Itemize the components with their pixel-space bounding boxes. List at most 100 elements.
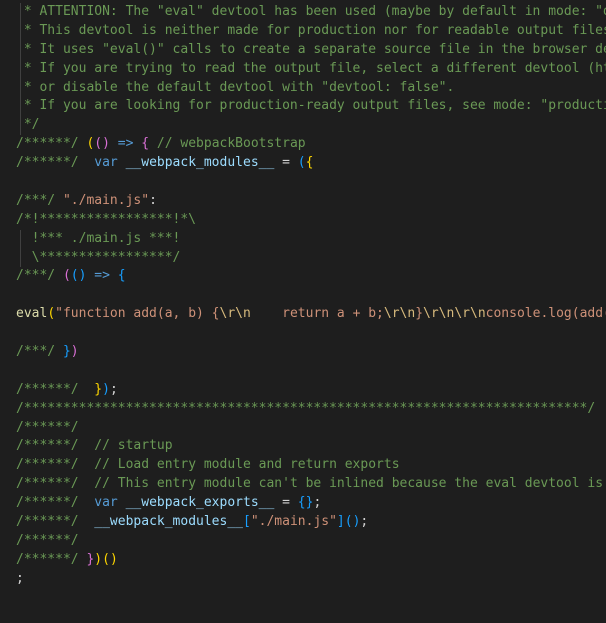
code-token: "./main.js": [62, 192, 150, 208]
code-line[interactable]: /******/ });: [0, 381, 606, 400]
code-line[interactable]: /******/ var __webpack_exports__ = {};: [0, 494, 606, 513]
code-line[interactable]: /******/ // This entry module can't be i…: [0, 475, 606, 494]
code-line[interactable]: */: [0, 116, 606, 136]
code-token: (: [47, 306, 56, 322]
code-token: }: [62, 344, 71, 360]
code-token: /******/: [16, 457, 87, 473]
code-token: /******/: [16, 419, 79, 435]
code-token: */: [16, 117, 40, 133]
code-line[interactable]: ;: [0, 570, 606, 589]
code-token: /******/: [16, 532, 79, 548]
code-token: /***/: [16, 268, 63, 284]
code-token: ]: [336, 514, 345, 530]
code-token: * ATTENTION: The "eval" devtool has been…: [23, 4, 606, 19]
code-line[interactable]: /***************************************…: [0, 400, 606, 419]
code-token: /******/: [16, 136, 87, 152]
code-line[interactable]: [0, 286, 606, 305]
code-token: * This devtool is neither made for produ…: [16, 22, 606, 38]
code-token: "./main.js": [250, 514, 337, 530]
code-token: // Load entry module and return exports: [94, 457, 400, 473]
code-token: * It uses "eval()" calls to create a sep…: [16, 41, 606, 57]
code-token: ): [94, 551, 103, 567]
code-line[interactable]: * If you are trying to read the output f…: [0, 59, 606, 79]
code-token: /***************************************…: [16, 400, 596, 416]
code-line[interactable]: /******/: [0, 419, 606, 438]
code-line[interactable]: !*** ./main.js ***!: [0, 229, 606, 249]
code-token: ): [102, 136, 110, 152]
code-line[interactable]: [0, 173, 606, 192]
code-line[interactable]: /***/ (() => {: [0, 267, 606, 286]
code-token: eval: [16, 306, 48, 322]
code-token: /***/: [16, 192, 63, 208]
code-token: /******/: [16, 514, 87, 530]
code-token: // This entry module can't be inlined be…: [94, 476, 606, 492]
code-editor[interactable]: * ATTENTION: The "eval" devtool has been…: [0, 0, 606, 623]
code-token: :: [149, 192, 157, 208]
code-token: /******/: [16, 438, 87, 454]
code-token: // webpackBootstrap: [156, 136, 306, 152]
code-token: (: [94, 136, 103, 152]
code-line[interactable]: /******/ (() => { // webpackBootstrap: [0, 135, 606, 154]
code-line[interactable]: /******/ // startup: [0, 437, 606, 456]
code-token: ): [102, 381, 110, 397]
code-line[interactable]: \*****************/: [0, 248, 606, 268]
code-token: __webpack_modules__: [94, 514, 243, 530]
code-line[interactable]: /*!*****************!*\: [0, 211, 606, 230]
code-token: (: [70, 268, 79, 284]
code-line[interactable]: * If you are looking for production-read…: [0, 97, 606, 117]
code-line[interactable]: /******/ var __webpack_modules__ = ({: [0, 154, 606, 173]
code-line[interactable]: eval("function add(a, b) {\r\n return a …: [0, 305, 606, 324]
code-token: =: [274, 155, 298, 171]
code-line[interactable]: /***/ "./main.js":: [0, 192, 606, 211]
code-token: ): [70, 344, 79, 360]
code-token: /*!*****************!*\: [16, 211, 197, 227]
code-token: =>: [117, 136, 134, 152]
code-line[interactable]: * This devtool is neither made for produ…: [0, 21, 606, 41]
code-token: ;: [16, 570, 24, 586]
code-token: var: [94, 495, 118, 511]
code-token: {: [141, 136, 150, 152]
code-token: * or disable the default devtool with "d…: [16, 79, 455, 95]
code-token: =: [274, 495, 298, 511]
code-token: * If you are looking for production-read…: [23, 98, 606, 114]
code-token: {: [117, 268, 126, 284]
code-token: \r\n: [383, 306, 416, 322]
code-token: __webpack_exports__: [125, 495, 275, 511]
code-token: * If you are trying to read the output f…: [23, 60, 606, 76]
code-line[interactable]: [0, 324, 606, 343]
code-token: !*** ./main.js ***!: [16, 230, 181, 246]
code-line[interactable]: /******/: [0, 532, 606, 551]
code-line[interactable]: * or disable the default devtool with "d…: [0, 78, 606, 98]
code-token: "function add(a, b) {: [55, 306, 220, 322]
code-token: ): [109, 551, 118, 567]
code-token: // startup: [94, 438, 173, 454]
code-token: =>: [94, 268, 110, 284]
code-line[interactable]: * It uses "eval()" calls to create a sep…: [0, 40, 606, 60]
code-token: \*****************/: [16, 249, 181, 265]
code-line[interactable]: /******/ // Load entry module and return…: [0, 456, 606, 475]
code-token: (: [62, 268, 71, 284]
code-token: ;: [360, 514, 369, 530]
code-token: \r\n\r\n: [423, 306, 486, 322]
code-token: __webpack_modules__: [125, 155, 275, 171]
code-line[interactable]: /***/ }): [0, 343, 606, 362]
code-line[interactable]: /******/ __webpack_modules__["./main.js"…: [0, 513, 606, 532]
code-token: /***/: [16, 344, 63, 360]
code-token: /******/: [16, 551, 87, 567]
code-token: \r\n: [219, 306, 251, 322]
code-line[interactable]: /******/ })(): [0, 551, 606, 570]
code-line[interactable]: [0, 362, 606, 381]
code-token: return a + b;: [250, 306, 384, 322]
code-line[interactable]: * ATTENTION: The "eval" devtool has been…: [0, 3, 606, 22]
code-token: /******/: [16, 155, 87, 171]
code-token: ;: [109, 381, 118, 397]
code-token: (: [102, 551, 110, 567]
code-token: }: [415, 306, 424, 322]
code-token: /******/: [16, 495, 87, 511]
code-token: (: [297, 155, 306, 171]
